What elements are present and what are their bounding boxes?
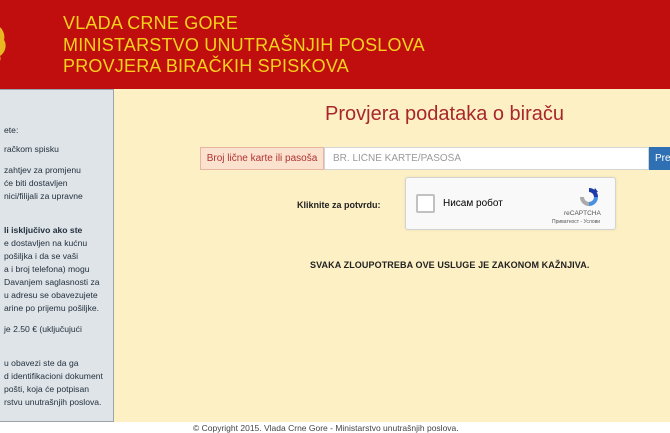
sidebar-text-line: je 2.50 € (uključujući (4, 324, 82, 334)
recaptcha-links: Приватност - Услови (552, 219, 600, 225)
sidebar-text-line: u adresu se obavezujete (4, 290, 98, 300)
recaptcha-privacy-link[interactable]: Приватност (552, 219, 579, 225)
sidebar-text-line: ete: (4, 125, 19, 135)
sidebar-text-line: d identifikacioni dokument (4, 371, 103, 381)
sidebar-text-line: e dostavljen na kućnu (4, 238, 88, 248)
recaptcha-checkbox-label: Нисам робот (443, 198, 503, 209)
verification-panel: Provjera podataka o biraču Broj lične ka… (114, 89, 670, 422)
recaptcha-checkbox[interactable] (416, 194, 435, 213)
id-number-input[interactable] (324, 147, 649, 170)
page-footer: © Copyright 2015. Vlada Crne Gore - Mini… (0, 422, 670, 433)
sidebar-text-line: pošti, koja će potpisan (4, 384, 90, 394)
sidebar-text-line: a i broj telefona) mogu (4, 264, 90, 274)
sidebar-text-line-bold: li isključivo ako ste (4, 225, 83, 235)
recaptcha-logo-icon (580, 188, 598, 206)
recaptcha-widget: Нисам робот reCAPTCHA Приватност - Услов… (405, 177, 616, 230)
copyright-text: © Copyright 2015. Vlada Crne Gore - Mini… (193, 423, 459, 433)
page-title: Provjera podataka o biraču (325, 103, 565, 125)
sidebar-text-line: nici/filijali za upravne (4, 191, 83, 201)
id-number-label: Broj lične karte ili pasoša (200, 147, 324, 170)
recaptcha-brand: reCAPTCHA (564, 210, 601, 217)
recaptcha-terms-link[interactable]: Услови (584, 219, 601, 225)
submit-button[interactable]: Pre (649, 147, 670, 170)
sidebar-text-line: Davanjem saglasnosti za (4, 277, 100, 287)
header-ministry-name: MINISTARSTVO UNUTRAŠNJIH POSLOVA (63, 35, 425, 55)
sidebar-text-line: li isključivo ako ste (4, 224, 82, 237)
sidebar-text-line: u obavezi ste da ga (4, 358, 79, 368)
sidebar-text-line: rstvu unutrašnjih poslova. (4, 397, 102, 407)
confirm-label: Kliknite za potvrdu: (297, 200, 381, 210)
abuse-warning: SVAKA ZLOUPOTREBA OVE USLUGE JE ZAKONOM … (310, 260, 590, 270)
coat-of-arms-icon (0, 27, 6, 61)
recaptcha-link-separator: - (580, 219, 583, 225)
sidebar-text-line: će biti dostavljen (4, 178, 68, 188)
sidebar-text-line: zahtjev za promjenu (4, 165, 81, 175)
header-service-name: PROVJERA BIRAČKIH SPISKOVA (63, 56, 349, 76)
sidebar-text-line: pošiljka i da se vaši (4, 251, 79, 261)
sidebar-text-line: račkom spisku (4, 144, 59, 154)
info-sidebar: ete: račkom spisku zahtjev za promjenu ć… (0, 89, 114, 422)
sidebar-text-line: arine po prijemu pošiljke. (4, 303, 100, 313)
header-government-name: VLADA CRNE GORE (63, 13, 239, 33)
page-header: VLADA CRNE GORE MINISTARSTVO UNUTRAŠNJIH… (0, 0, 670, 89)
